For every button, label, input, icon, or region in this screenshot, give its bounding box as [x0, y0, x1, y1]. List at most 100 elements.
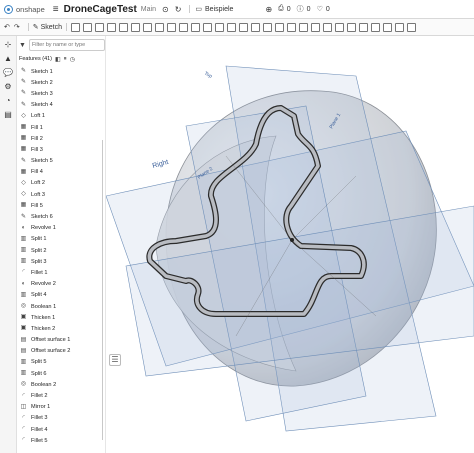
feature-item[interactable]: ◜ Fillet 4	[17, 424, 105, 435]
feature-label: Sketch 4	[31, 102, 53, 109]
onshape-logo[interactable]: onshape	[4, 4, 45, 14]
undo-icon[interactable]: ↶	[4, 23, 10, 31]
boolean-icon: ◎	[20, 381, 27, 388]
versions-icon[interactable]: ⊙	[162, 5, 169, 14]
feature-item[interactable]: ◎ Boolean 1	[17, 301, 105, 312]
feature-item[interactable]: ◜ Fillet 5	[17, 435, 105, 446]
features-list-icon[interactable]: ▲	[3, 54, 13, 64]
feature-item[interactable]: ✎ Sketch 4	[17, 100, 105, 111]
rib-icon[interactable]	[179, 22, 189, 32]
history-icon[interactable]: ↻	[175, 5, 182, 14]
feature-item[interactable]: ✎ Sketch 2	[17, 77, 105, 88]
feature-item[interactable]: ◜ Fillet 3	[17, 413, 105, 424]
feature-item[interactable]: ▦ Fill 5	[17, 200, 105, 211]
feature-item[interactable]: ▥ Split 3	[17, 256, 105, 267]
move-face-icon[interactable]	[383, 22, 393, 32]
fit-spline-icon[interactable]	[347, 22, 357, 32]
bom-icon[interactable]: ▤	[3, 110, 13, 120]
feature-item[interactable]: ▤ Offset surface 1	[17, 335, 105, 346]
graphics-viewport[interactable]: Right Plane 1 Plane 2 Top	[106, 36, 474, 453]
redo-icon[interactable]: ↷	[14, 23, 20, 31]
draft-icon[interactable]	[167, 22, 177, 32]
feature-item[interactable]: ▥ Split 4	[17, 290, 105, 301]
folder-link[interactable]: ▭ Beispiele	[189, 5, 233, 13]
feature-item[interactable]: ▦ Fill 1	[17, 122, 105, 133]
more-tools-icon[interactable]	[407, 22, 417, 32]
feature-item[interactable]: ✎ Sketch 1	[17, 66, 105, 77]
filter-input[interactable]	[28, 39, 105, 51]
feature-item[interactable]: ◇ Loft 3	[17, 189, 105, 200]
likes-count[interactable]: ♡ 0	[317, 5, 330, 14]
list-toggle-icon[interactable]: ☰	[109, 354, 121, 366]
feature-item[interactable]: ▦ Fill 2	[17, 133, 105, 144]
sketch-button[interactable]: ✎ Sketch	[27, 23, 68, 31]
feature-item[interactable]: ◎ Boolean 2	[17, 379, 105, 390]
print-count[interactable]: ⎙ 0	[278, 5, 291, 13]
clock-icon[interactable]: ◷	[70, 56, 75, 63]
feature-item[interactable]: ◫ Mirror 1	[17, 402, 105, 413]
shell-icon[interactable]	[191, 22, 201, 32]
offset-surface-tool-icon[interactable]	[359, 22, 369, 32]
transform-icon[interactable]	[275, 22, 285, 32]
branch-label[interactable]: Main	[141, 6, 156, 13]
fillet-tool-icon[interactable]	[143, 22, 153, 32]
feature-item[interactable]: ▥ Split 6	[17, 368, 105, 379]
hamburger-menu-icon[interactable]: ≡	[53, 4, 59, 15]
feature-item[interactable]: ▣ Thicken 2	[17, 323, 105, 334]
feature-item[interactable]: ▥ Split 2	[17, 245, 105, 256]
hole-icon[interactable]	[203, 22, 213, 32]
feature-item[interactable]: ✎ Sketch 3	[17, 88, 105, 99]
filter-icon[interactable]: ▼	[19, 42, 26, 49]
enclose-icon[interactable]	[131, 22, 141, 32]
boolean-tool-icon[interactable]	[251, 22, 261, 32]
replace-face-icon[interactable]	[395, 22, 405, 32]
folder-label: Beispiele	[205, 5, 234, 13]
feature-item[interactable]: ▥ Split 5	[17, 357, 105, 368]
revolve-tool-icon[interactable]	[83, 22, 93, 32]
feature-item[interactable]: ✎ Sketch 6	[17, 211, 105, 222]
modify-fillet-icon[interactable]	[299, 22, 309, 32]
feature-item[interactable]: ◐ Revolve 2	[17, 279, 105, 290]
document-title[interactable]: DroneCageTest	[64, 4, 137, 15]
panel-scrollbar[interactable]	[102, 140, 103, 440]
chamfer-icon[interactable]	[155, 22, 165, 32]
feature-item[interactable]: ▦ Fill 3	[17, 144, 105, 155]
history-panel-icon[interactable]: ◔	[3, 96, 13, 106]
feature-item[interactable]: ▦ Fill 4	[17, 167, 105, 178]
helix-icon[interactable]	[335, 22, 345, 32]
revolve-icon: ◐	[21, 280, 26, 287]
feature-item[interactable]: ◇ Loft 2	[17, 178, 105, 189]
mate-connector-icon[interactable]	[323, 22, 333, 32]
circular-pattern-icon[interactable]	[227, 22, 237, 32]
offset-icon: ▤	[20, 336, 27, 343]
left-icon-bar: ⊹ ▲ 💬 ⚙ ◔ ▤	[0, 36, 17, 453]
fill-tool-icon[interactable]	[371, 22, 381, 32]
split-tool-icon[interactable]	[263, 22, 273, 32]
comments-count[interactable]: ⓘ 0	[297, 4, 311, 14]
plane-label-right: Right	[152, 159, 170, 170]
loft-tool-icon[interactable]	[107, 22, 117, 32]
extrude-icon[interactable]	[71, 22, 81, 32]
feature-item[interactable]: ◜ Fillet 2	[17, 390, 105, 401]
feature-item[interactable]: ✎ Sketch 5	[17, 156, 105, 167]
feature-item[interactable]: ◇ Loft 1	[17, 111, 105, 122]
parts-icon[interactable]: ⊹	[3, 40, 13, 50]
feature-item[interactable]: ▤ Offset surface 2	[17, 346, 105, 357]
rollback-icon[interactable]: ◧	[55, 56, 61, 63]
comments-icon[interactable]: 💬	[3, 68, 13, 78]
linear-pattern-icon[interactable]	[215, 22, 225, 32]
pencil-icon: ✎	[32, 24, 39, 31]
feature-item[interactable]: ▥ Split 1	[17, 234, 105, 245]
feature-item[interactable]: ◐ Revolve 1	[17, 223, 105, 234]
configurations-icon[interactable]: ⚙	[3, 82, 13, 92]
feature-item[interactable]: ◜ Fillet 1	[17, 267, 105, 278]
mirror-tool-icon[interactable]	[239, 22, 249, 32]
thicken-tool-icon[interactable]	[119, 22, 129, 32]
feature-item[interactable]: ▣ Thicken 1	[17, 312, 105, 323]
split-icon: ▥	[20, 291, 27, 298]
plane-icon[interactable]	[311, 22, 321, 32]
delete-part-icon[interactable]	[287, 22, 297, 32]
globe-icon[interactable]: ⊕	[265, 5, 272, 14]
pause-icon[interactable]: ⏸	[64, 56, 67, 63]
sweep-icon[interactable]	[95, 22, 105, 32]
